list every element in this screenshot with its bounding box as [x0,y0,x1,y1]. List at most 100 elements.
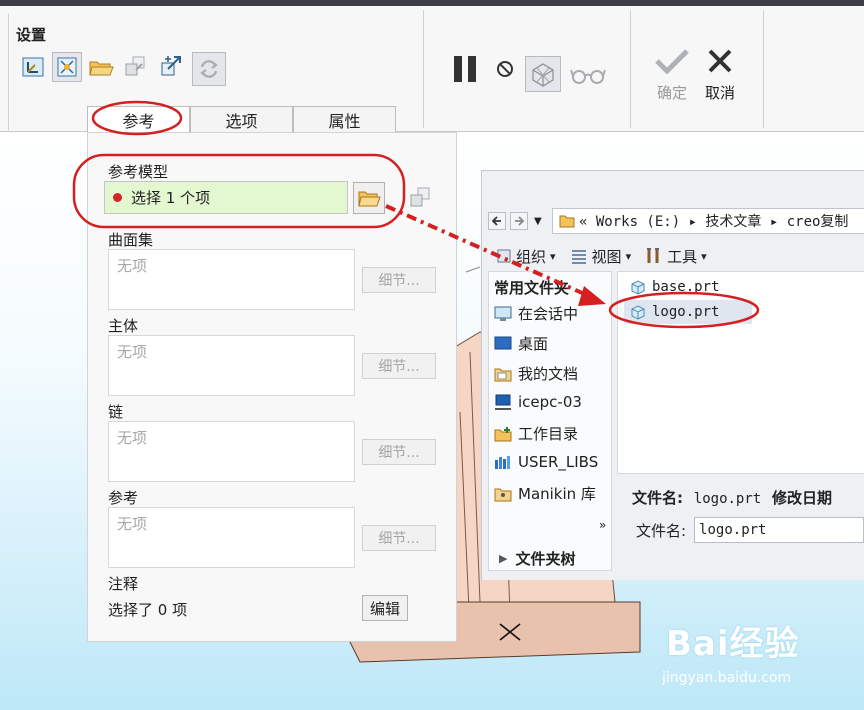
chain-details-button[interactable]: 细节... [362,439,436,465]
open-folder-icon [358,191,381,207]
info-modified-label: 修改日期 [772,489,833,507]
view-label: 视图 [591,247,622,266]
view-icon [571,250,586,264]
watermark-url: jingyan.baidu.com [662,670,792,686]
tab-properties[interactable]: 属性 [293,106,396,132]
tools-menu[interactable]: 工具 ▾ [645,246,707,267]
note-text: 选择了 0 项 [108,601,188,619]
body-details-button[interactable]: 细节... [362,353,436,379]
open-model-button[interactable] [353,182,385,214]
organize-label: 组织 [516,247,547,266]
datum-point-icon[interactable] [52,52,82,82]
surface-set-details-button[interactable]: 细节... [362,267,436,293]
dialog-toolbar: 组织 ▾ 视图 ▾ 工具 ▾ [496,244,721,268]
folder-icon [559,215,575,228]
open-folder-icon[interactable] [86,52,116,82]
chevron-down-icon: ▾ [701,249,707,263]
view-menu[interactable]: 视图 ▾ [570,246,632,267]
cancel-label: 取消 [705,84,736,102]
preview-geometry-icon[interactable] [525,56,561,92]
tab-bar: 参考 选项 属性 [87,106,396,132]
sidebar-item-user-libs[interactable]: USER_LIBS [493,453,598,471]
sidebar-item-manikin[interactable]: Manikin 库 [493,483,596,504]
sidebar-item-label: 我的文档 [518,365,579,383]
arrow-right-icon [515,216,525,226]
sidebar-item-label: Manikin 库 [518,485,596,503]
cancel-button[interactable]: 取消 [705,48,735,103]
favorites-header: 常用文件夹 [494,279,570,297]
reference-collector[interactable]: 无项 [108,507,355,568]
tab-references[interactable]: 参考 [87,106,190,132]
file-list: base.prt logo.prt [617,271,864,474]
documents-icon [494,368,512,381]
forward-button[interactable] [510,212,528,230]
library-icon [495,456,510,469]
part-file-icon [631,305,645,320]
sidebar-item-computer[interactable]: icepc-03 [493,393,582,411]
ref-model-label: 参考模型 [108,163,169,181]
csys-icon[interactable] [18,52,48,82]
ref-model-collector[interactable]: 选择 1 个项 [104,181,348,214]
transform-icon[interactable] [156,52,186,82]
copy-reference-button[interactable] [404,182,436,214]
pause-icon[interactable] [448,52,482,86]
watermark-logo: Bai经验 [666,624,800,664]
no-symbol-icon[interactable] [494,58,516,80]
close-icon [708,49,732,73]
file-item[interactable]: base.prt [624,275,725,299]
sidebar-item-label: icepc-03 [518,393,582,411]
file-info-row: 文件名: logo.prt 修改日期 [632,487,832,508]
copy-geometry-icon[interactable] [120,52,150,82]
sidebar-item-desktop[interactable]: 桌面 [493,333,548,354]
file-item-selected[interactable]: logo.prt [624,300,752,324]
computer-icon [495,394,511,410]
session-icon [494,306,512,321]
confirm-button[interactable]: 确定 [654,48,690,103]
nav-buttons: ▼ [488,209,542,233]
folder-tree-toggle[interactable]: ▶ 文件夹树 [499,548,575,569]
glasses-icon[interactable] [570,62,606,88]
address-path: « Works (E:) ▸ 技术文章 ▸ creo复制 [579,214,849,230]
filename-row: 文件名: logo.prt [636,517,864,543]
file-name: base.prt [652,279,720,295]
sidebar-item-label: 桌面 [518,335,549,353]
file-name: logo.prt [652,304,720,320]
edit-button[interactable]: 编辑 [362,595,408,621]
references-panel: 参考模型 选择 1 个项 曲面集 无项 细节... 主体 无项 细节... 链 … [87,132,457,642]
caret-right-icon: ▶ [499,552,508,565]
ribbon-divider [630,10,631,128]
desktop-icon [494,336,512,349]
chevron-down-icon: ▾ [550,249,556,263]
body-collector[interactable]: 无项 [108,335,355,396]
history-dropdown[interactable]: ▼ [534,216,542,227]
settings-group-title: 设置 [16,26,47,44]
surface-set-collector[interactable]: 无项 [108,249,355,310]
tools-icon [647,248,660,263]
manikin-icon [494,488,512,501]
filename-input[interactable]: logo.prt [694,517,864,543]
sidebar-item-session[interactable]: 在会话中 [493,303,578,324]
chain-collector[interactable]: 无项 [108,421,355,482]
expand-more-icon[interactable]: » [599,518,606,532]
organize-menu[interactable]: 组织 ▾ [496,246,556,267]
refresh-icon[interactable] [192,52,226,86]
info-value: logo.prt [693,491,762,507]
reference-label: 参考 [108,489,139,507]
organize-icon [497,249,511,263]
ref-model-value: 选择 1 个项 [131,189,211,207]
address-bar[interactable]: « Works (E:) ▸ 技术文章 ▸ creo复制 [552,208,864,234]
copy-geometry-icon [410,187,430,207]
folder-tree-label: 文件夹树 [515,550,576,568]
watermark: Bai经验 jingyan.baidu.com [662,616,800,686]
back-button[interactable] [488,212,506,230]
sidebar-item-documents[interactable]: 我的文档 [493,363,578,384]
chevron-down-icon: ▾ [625,249,632,263]
note-label: 注释 [108,575,139,593]
reference-details-button[interactable]: 细节... [362,525,436,551]
part-file-icon [631,280,645,295]
surface-set-label: 曲面集 [108,231,154,249]
ribbon-edge [8,14,9,130]
sidebar-item-work-directory[interactable]: 工作目录 [493,423,578,444]
sidebar-item-label: 在会话中 [518,305,579,323]
tab-options[interactable]: 选项 [190,106,293,132]
